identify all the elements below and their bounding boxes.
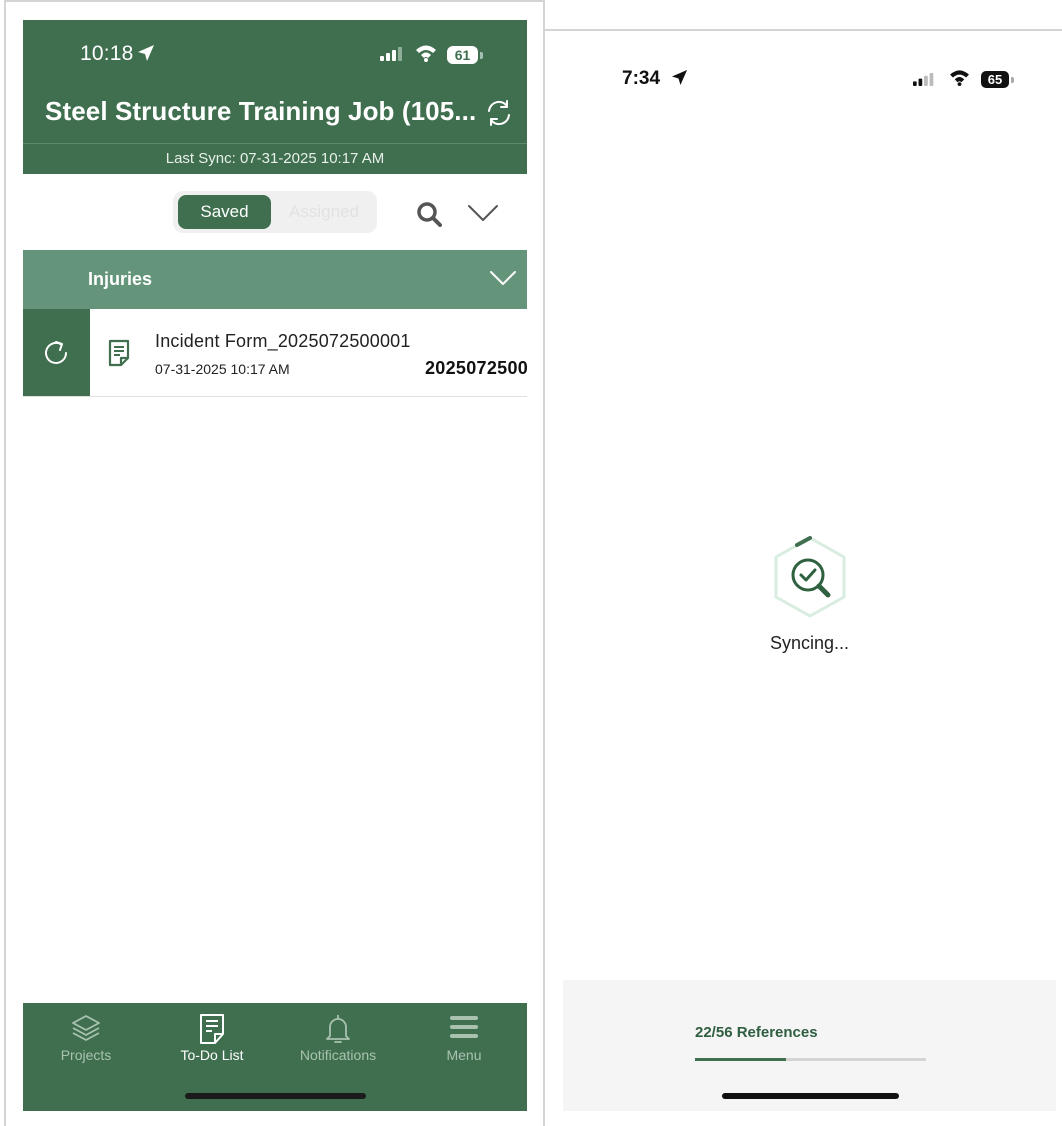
status-time: 10:18 (80, 42, 134, 65)
tab-projects[interactable]: Projects (23, 1003, 149, 1083)
item-date: 07-31-2025 10:17 AM (155, 361, 290, 377)
right-phone-screen: 7:34 65 Syncing... 22/56 References (563, 31, 1056, 1111)
battery-icon: 61 (447, 46, 478, 64)
references-progress-bar (695, 1058, 926, 1061)
home-indicator (722, 1093, 899, 1099)
chevron-down-icon (490, 271, 516, 285)
item-sync-button[interactable] (23, 309, 90, 396)
wifi-icon (416, 45, 436, 62)
group-header-injuries[interactable]: Injuries (23, 250, 527, 309)
item-title: Incident Form_2025072500001 (155, 331, 411, 351)
sync-progress-footer: 22/56 References (563, 980, 1056, 1111)
status-time: 7:34 (622, 68, 661, 89)
syncing-label: Syncing... (769, 633, 850, 653)
tab-to-do-list[interactable]: To-Do List (149, 1003, 275, 1083)
syncing-spinner-icon (774, 536, 846, 618)
battery-tip (1011, 77, 1014, 83)
page-title: Steel Structure Training Job (105... (45, 96, 477, 126)
search-icon[interactable] (416, 201, 442, 227)
filter-toolbar: Saved Assigned (23, 174, 527, 250)
bell-icon (326, 1015, 350, 1043)
bottom-tab-bar: Projects To-Do List Notifications Menu (23, 1003, 527, 1111)
document-icon (108, 339, 130, 367)
hamburger-menu-icon (450, 1016, 478, 1038)
tab-menu[interactable]: Menu (401, 1003, 527, 1083)
refresh-icon (45, 341, 67, 364)
layers-icon (72, 1015, 100, 1041)
cellular-signal-icon (913, 73, 934, 86)
document-icon (200, 1014, 224, 1044)
tab-notifications[interactable]: Notifications (275, 1003, 401, 1083)
location-arrow-icon (138, 45, 154, 61)
left-phone-screen: 10:18 61 Steel Structure Training Job (1… (23, 20, 527, 1111)
assigned-segment[interactable]: Assigned (276, 195, 372, 229)
home-indicator (185, 1093, 366, 1099)
tab-label: To-Do List (180, 1047, 244, 1063)
location-arrow-icon (671, 69, 688, 86)
tab-label: Projects (60, 1047, 112, 1063)
group-label: Injuries (88, 269, 153, 289)
tab-label: Notifications (299, 1047, 377, 1063)
tab-label: Menu (446, 1047, 482, 1063)
wifi-icon (950, 70, 969, 86)
saved-assigned-segmented-control: Saved Assigned (173, 191, 377, 233)
status-bar: 10:18 61 (23, 20, 527, 88)
references-progress-fill (695, 1058, 786, 1061)
references-progress-label: 22/56 References (695, 1024, 818, 1041)
battery-tip (480, 52, 483, 59)
item-id: 2025072500 (425, 358, 527, 378)
cellular-signal-icon (380, 47, 402, 61)
saved-segment[interactable]: Saved (178, 195, 271, 229)
last-sync-text: Last Sync: 07-31-2025 10:17 AM (165, 150, 385, 167)
battery-icon: 65 (981, 71, 1009, 88)
sync-icon[interactable] (484, 98, 514, 128)
chevron-down-icon[interactable] (467, 204, 499, 222)
list-item[interactable]: Incident Form_2025072500001 07-31-2025 1… (23, 309, 527, 397)
last-sync-bar: Last Sync: 07-31-2025 10:17 AM (23, 143, 527, 174)
app-header: 10:18 61 Steel Structure Training Job (1… (23, 20, 527, 143)
